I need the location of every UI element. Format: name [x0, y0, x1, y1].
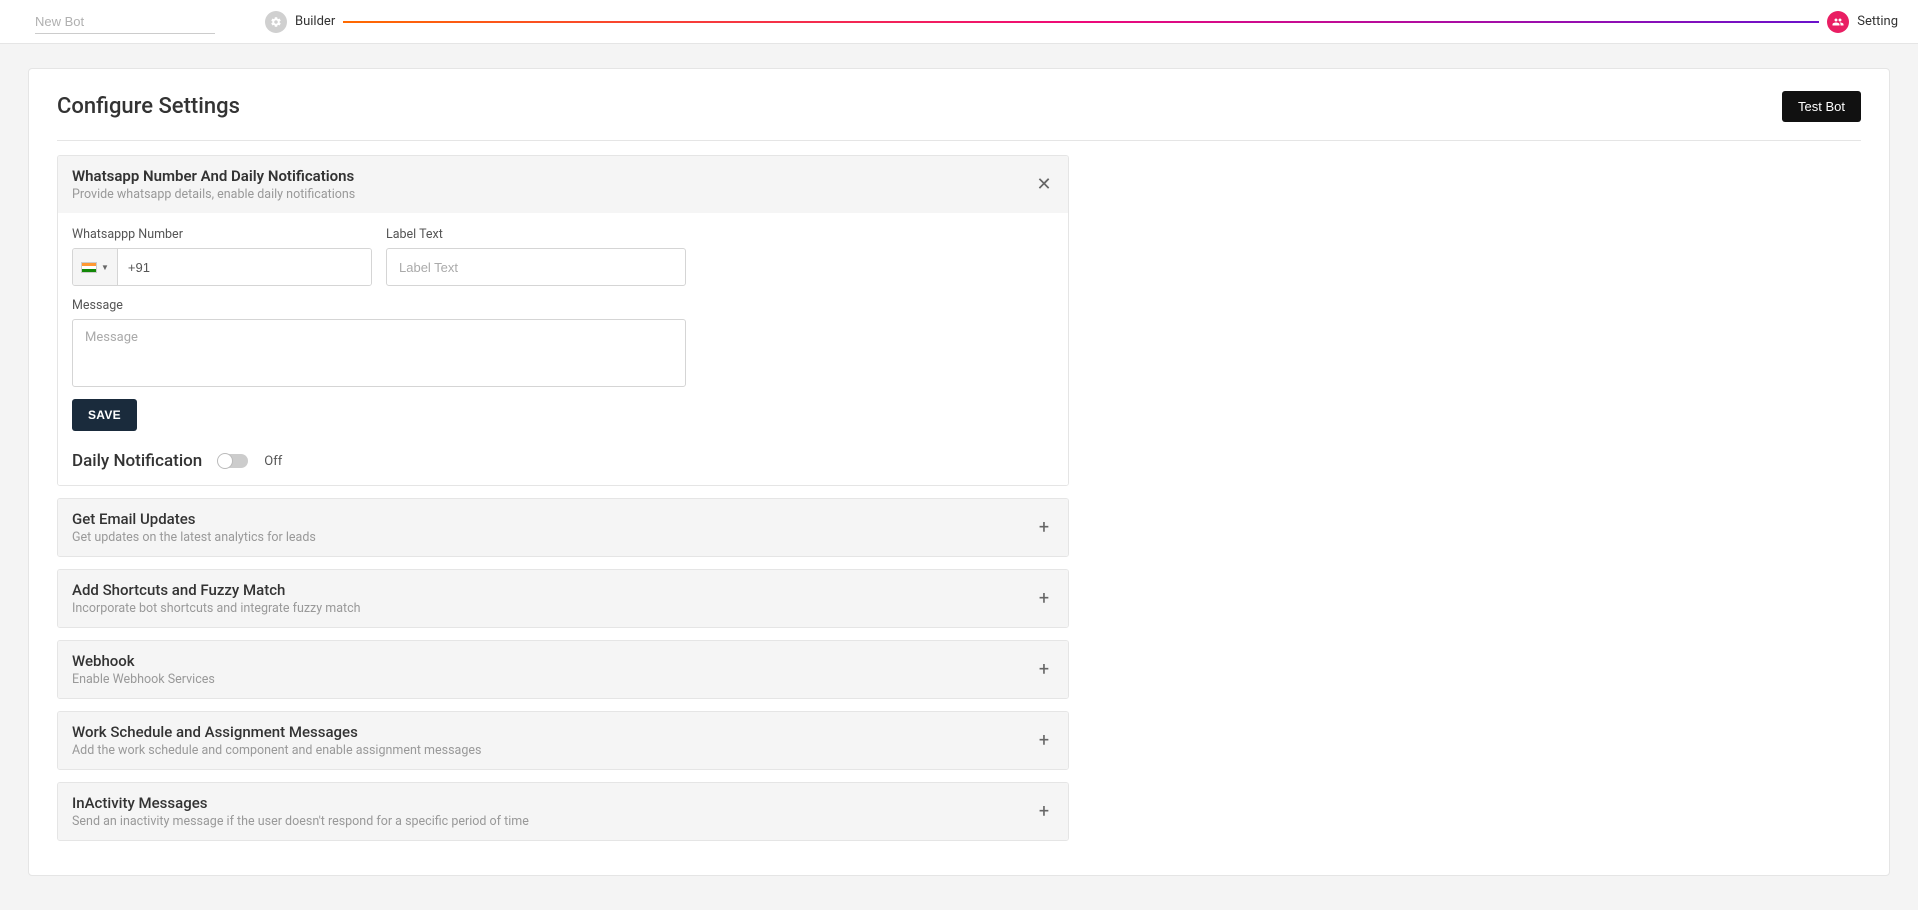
section-whatsapp-title: Whatsapp Number And Daily Notifications [72, 167, 1034, 185]
bot-name-input[interactable] [35, 10, 215, 34]
section-shortcuts-header[interactable]: Add Shortcuts and Fuzzy Match Incorporat… [58, 570, 1068, 627]
test-bot-button[interactable]: Test Bot [1782, 91, 1861, 122]
section-whatsapp-header[interactable]: Whatsapp Number And Daily Notifications … [58, 156, 1068, 213]
section-shortcuts: Add Shortcuts and Fuzzy Match Incorporat… [57, 569, 1069, 628]
section-email-title: Get Email Updates [72, 510, 1034, 528]
country-selector[interactable]: ▼ [73, 249, 118, 285]
label-text-label: Label Text [386, 227, 686, 242]
section-webhook-header[interactable]: Webhook Enable Webhook Services + [58, 641, 1068, 698]
section-webhook-title: Webhook [72, 652, 1034, 670]
close-icon[interactable]: ✕ [1034, 174, 1054, 195]
label-text-input[interactable] [386, 248, 686, 286]
section-shortcuts-subtitle: Incorporate bot shortcuts and integrate … [72, 601, 1034, 616]
page-header: Configure Settings Test Bot [57, 91, 1861, 141]
plus-icon[interactable]: + [1034, 730, 1054, 751]
gear-icon [265, 11, 287, 33]
chevron-down-icon: ▼ [101, 263, 109, 272]
plus-icon[interactable]: + [1034, 801, 1054, 822]
sections-container: Whatsapp Number And Daily Notifications … [57, 155, 1069, 841]
section-email-header[interactable]: Get Email Updates Get updates on the lat… [58, 499, 1068, 556]
section-shortcuts-title: Add Shortcuts and Fuzzy Match [72, 581, 1034, 599]
plus-icon[interactable]: + [1034, 517, 1054, 538]
phone-input-wrapper: ▼ [72, 248, 372, 286]
save-button[interactable]: SAVE [72, 399, 137, 431]
content-card: Configure Settings Test Bot Whatsapp Num… [28, 68, 1890, 876]
section-email: Get Email Updates Get updates on the lat… [57, 498, 1069, 557]
top-header: Builder Setting [0, 0, 1918, 44]
section-webhook-subtitle: Enable Webhook Services [72, 672, 1034, 687]
daily-notification-row: Daily Notification Off [72, 451, 1054, 471]
section-work-schedule-title: Work Schedule and Assignment Messages [72, 723, 1034, 741]
daily-notification-label: Daily Notification [72, 451, 202, 471]
message-label: Message [72, 298, 686, 313]
section-whatsapp-subtitle: Provide whatsapp details, enable daily n… [72, 187, 1034, 202]
section-whatsapp-body: Whatsappp Number ▼ Label Text [58, 213, 1068, 485]
section-work-schedule-subtitle: Add the work schedule and component and … [72, 743, 1034, 758]
section-inactivity: InActivity Messages Send an inactivity m… [57, 782, 1069, 841]
setting-label: Setting [1857, 14, 1898, 29]
section-work-schedule: Work Schedule and Assignment Messages Ad… [57, 711, 1069, 770]
main-area: Configure Settings Test Bot Whatsapp Num… [0, 44, 1918, 910]
section-webhook: Webhook Enable Webhook Services + [57, 640, 1069, 699]
plus-icon[interactable]: + [1034, 659, 1054, 680]
plus-icon[interactable]: + [1034, 588, 1054, 609]
step-builder[interactable]: Builder [265, 11, 335, 33]
people-icon [1827, 11, 1849, 33]
header-steps: Builder Setting [265, 11, 1898, 33]
phone-input[interactable] [118, 249, 371, 285]
builder-label: Builder [295, 14, 335, 29]
section-whatsapp: Whatsapp Number And Daily Notifications … [57, 155, 1069, 486]
section-work-schedule-header[interactable]: Work Schedule and Assignment Messages Ad… [58, 712, 1068, 769]
section-inactivity-subtitle: Send an inactivity message if the user d… [72, 814, 1034, 829]
section-email-subtitle: Get updates on the latest analytics for … [72, 530, 1034, 545]
phone-label: Whatsappp Number [72, 227, 372, 242]
message-textarea[interactable] [72, 319, 686, 387]
step-setting[interactable]: Setting [1827, 11, 1898, 33]
section-inactivity-header[interactable]: InActivity Messages Send an inactivity m… [58, 783, 1068, 840]
toggle-state-label: Off [264, 454, 282, 469]
step-connector [343, 21, 1819, 23]
flag-india-icon [81, 262, 97, 273]
page-title: Configure Settings [57, 94, 240, 119]
daily-notification-toggle[interactable] [218, 454, 248, 468]
section-inactivity-title: InActivity Messages [72, 794, 1034, 812]
